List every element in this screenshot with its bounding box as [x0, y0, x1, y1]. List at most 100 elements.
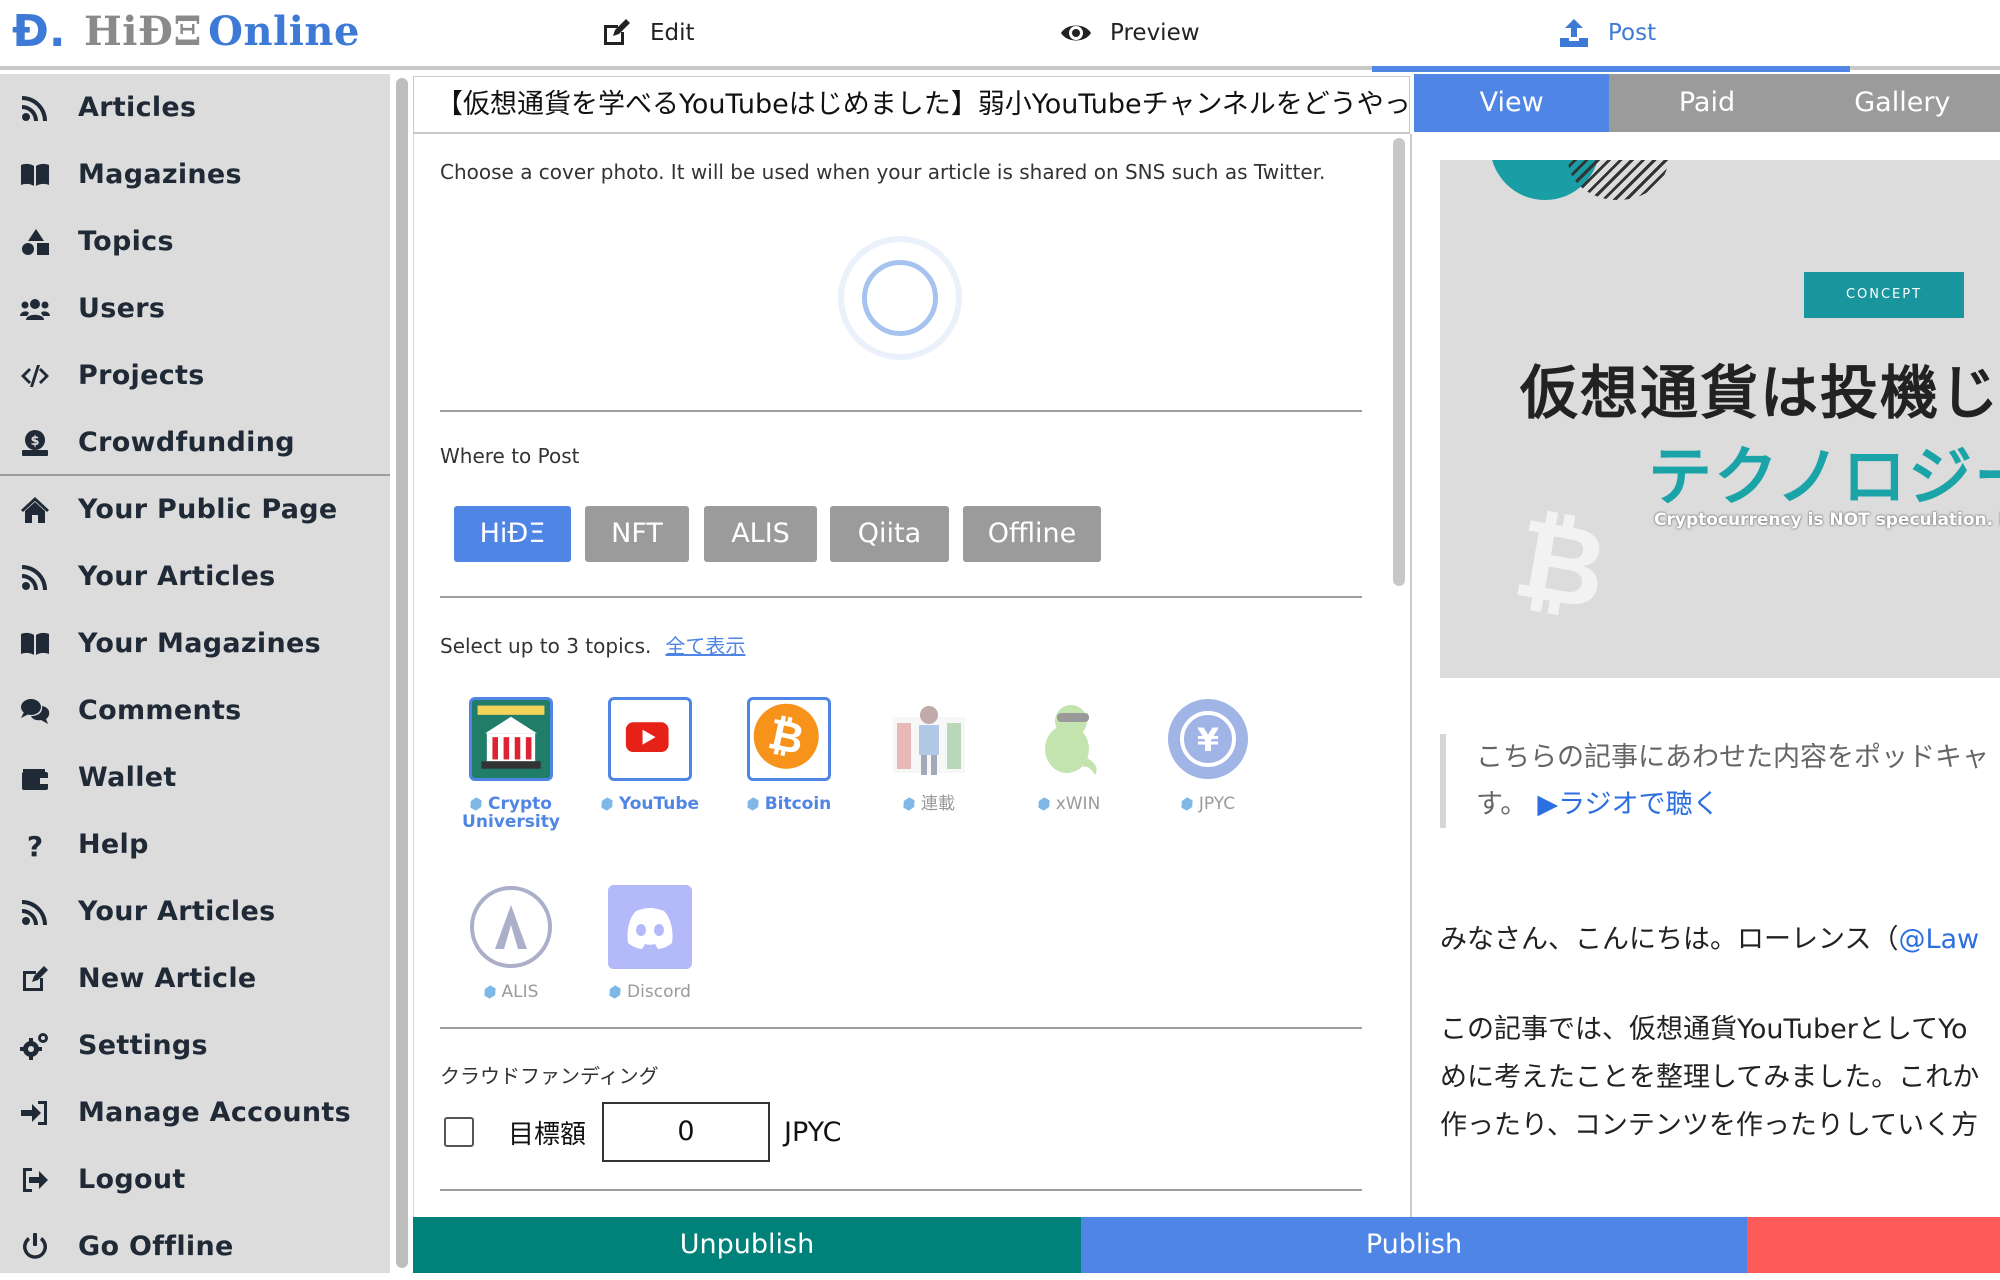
article-title-input[interactable]: 【仮想通貨を学べるYouTubeはじめました】弱小YouTubeチャンネルをどう…: [413, 76, 1410, 134]
sidebar-scrollbar[interactable]: [396, 78, 408, 1268]
topic-serial-image: [887, 697, 971, 781]
nav-edit[interactable]: Edit: [600, 0, 695, 66]
nav-edit-label: Edit: [650, 20, 695, 46]
tab-paid[interactable]: Paid: [1609, 74, 1805, 132]
preview-tabs: View Paid Gallery: [1414, 74, 2000, 132]
upload-icon: [1560, 19, 1588, 47]
tab-view[interactable]: View: [1414, 74, 1610, 132]
topic-serial[interactable]: 連載: [864, 697, 994, 813]
sidebar-item-your-articles-2[interactable]: Your Articles: [0, 878, 390, 945]
edit-icon: [604, 19, 630, 45]
shapes-icon: [18, 225, 52, 259]
sidebar: Articles Magazines Topics Users Projects…: [0, 74, 390, 1273]
unpublish-button[interactable]: Unpublish: [413, 1217, 1081, 1273]
logo-text: HiÐΞ Online: [84, 8, 360, 55]
topic-alis[interactable]: ALIS: [446, 885, 576, 1001]
alis-logo-icon: [469, 885, 553, 969]
sidebar-item-articles[interactable]: Articles: [0, 74, 390, 141]
crowdfunding-goal-checkbox[interactable]: [444, 1117, 474, 1147]
home-icon: [18, 493, 52, 527]
sidebar-item-logout[interactable]: Logout: [0, 1146, 390, 1213]
edit-icon: [18, 962, 52, 996]
divider: [440, 596, 1362, 598]
cover-subline: Cryptocurrency is NOT speculation. It: [1654, 510, 2000, 530]
nav-post[interactable]: Post: [1558, 0, 1656, 66]
sidebar-item-projects[interactable]: Projects: [0, 342, 390, 409]
listen-radio-link[interactable]: ▶ラジオで聴く: [1537, 789, 1719, 820]
sidebar-item-public-page[interactable]: Your Public Page: [0, 476, 390, 543]
divider: [440, 1027, 1362, 1029]
nav-preview-label: Preview: [1110, 20, 1200, 46]
show-all-topics-link[interactable]: 全て表示: [665, 634, 745, 658]
cover-hint: Choose a cover photo. It will be used wh…: [440, 160, 1326, 184]
platform-nft-button[interactable]: NFT: [585, 506, 689, 562]
platform-offline-button[interactable]: Offline: [963, 506, 1101, 562]
sidebar-item-topics[interactable]: Topics: [0, 208, 390, 275]
nav-preview[interactable]: Preview: [1060, 0, 1200, 66]
cover-headline: 仮想通貨は投機じ: [1520, 359, 2000, 427]
bitcoin-logo-icon: ₿: [747, 697, 831, 781]
sidebar-item-users[interactable]: Users: [0, 275, 390, 342]
sidebar-item-manage-accounts[interactable]: Manage Accounts: [0, 1079, 390, 1146]
where-to-post-label: Where to Post: [440, 444, 580, 468]
topic-discord[interactable]: Discord: [585, 885, 715, 1001]
platform-qiita-button[interactable]: Qiita: [830, 506, 949, 562]
platform-hide-button[interactable]: HiÐΞ: [454, 506, 571, 562]
bitcoin-icon: ₿: [1505, 493, 1617, 635]
sidebar-item-help[interactable]: ? Help: [0, 811, 390, 878]
topic-youtube[interactable]: YouTube: [585, 697, 715, 813]
app-header: Ð. HiÐΞ Online Edit Preview Post: [0, 0, 2000, 72]
topic-bitcoin[interactable]: ₿ Bitcoin: [724, 697, 854, 813]
author-mention-link[interactable]: @Law: [1898, 924, 1979, 955]
platform-alis-button[interactable]: ALIS: [704, 506, 817, 562]
logo[interactable]: Ð. HiÐΞ Online: [12, 8, 360, 56]
divider: [440, 410, 1362, 412]
code-icon: [18, 359, 52, 393]
sidebar-item-go-offline[interactable]: Go Offline: [0, 1213, 390, 1280]
sidebar-item-your-magazines[interactable]: Your Magazines: [0, 610, 390, 677]
sidebar-item-magazines[interactable]: Magazines: [0, 141, 390, 208]
logo-mark-icon: Ð.: [12, 6, 66, 57]
crowdfunding-goal-row: 目標額 0 JPYC: [440, 1101, 842, 1163]
cover-image: CONCEPT 仮想通貨は投機じ テクノロジー Cryptocurrency i…: [1440, 160, 2000, 678]
topic-xwin[interactable]: xWIN: [1004, 697, 1134, 813]
gears-icon: [18, 1029, 52, 1063]
book-icon: [18, 158, 52, 192]
svg-text:¥: ¥: [1197, 721, 1219, 759]
question-icon: ?: [18, 828, 52, 862]
power-icon: [18, 1230, 52, 1264]
book-icon: [18, 627, 52, 661]
sidebar-item-wallet[interactable]: Wallet: [0, 744, 390, 811]
goal-amount-input[interactable]: 0: [602, 1102, 771, 1162]
svg-text:?: ?: [27, 830, 43, 860]
cover-badge: CONCEPT: [1804, 272, 1964, 318]
topic-xwin-image: [1027, 697, 1111, 781]
article-paragraph: みなさん、こんにちは。ローレンス（@Law: [1440, 924, 1980, 955]
delete-button[interactable]: [1747, 1217, 2000, 1273]
comments-icon: [18, 694, 52, 728]
sidebar-item-crowdfunding[interactable]: $ Crowdfunding: [0, 409, 390, 476]
jpyc-logo-icon: ¥: [1166, 697, 1250, 781]
users-icon: [18, 292, 52, 326]
money-icon: $: [18, 426, 52, 460]
sidebar-item-your-articles[interactable]: Your Articles: [0, 543, 390, 610]
topic-crypto-university-image: [469, 697, 553, 781]
editor-scrollbar[interactable]: [1393, 138, 1405, 586]
cover-headline-accent: テクノロジー: [1648, 441, 2000, 515]
sidebar-item-settings[interactable]: Settings: [0, 1012, 390, 1079]
goal-label: 目標額: [508, 1119, 587, 1150]
loading-spinner-icon: [862, 260, 938, 336]
rss-icon: [18, 560, 52, 594]
divider: [440, 1189, 1362, 1191]
rss-icon: [18, 91, 52, 125]
topic-jpyc[interactable]: ¥ JPYC: [1143, 697, 1273, 813]
publish-button[interactable]: Publish: [1081, 1217, 1747, 1273]
sidebar-item-comments[interactable]: Comments: [0, 677, 390, 744]
article-paragraph: この記事では、仮想通貨YouTuberとしてYo めに考えたことを整理してみまし…: [1440, 1014, 1980, 1141]
sidebar-item-new-article[interactable]: New Article: [0, 945, 390, 1012]
tab-gallery[interactable]: Gallery: [1804, 74, 2000, 132]
active-tab-indicator: [1372, 66, 1850, 72]
topic-crypto-university[interactable]: Crypto University: [446, 697, 576, 831]
rss-icon: [18, 895, 52, 929]
wallet-icon: [18, 761, 52, 795]
